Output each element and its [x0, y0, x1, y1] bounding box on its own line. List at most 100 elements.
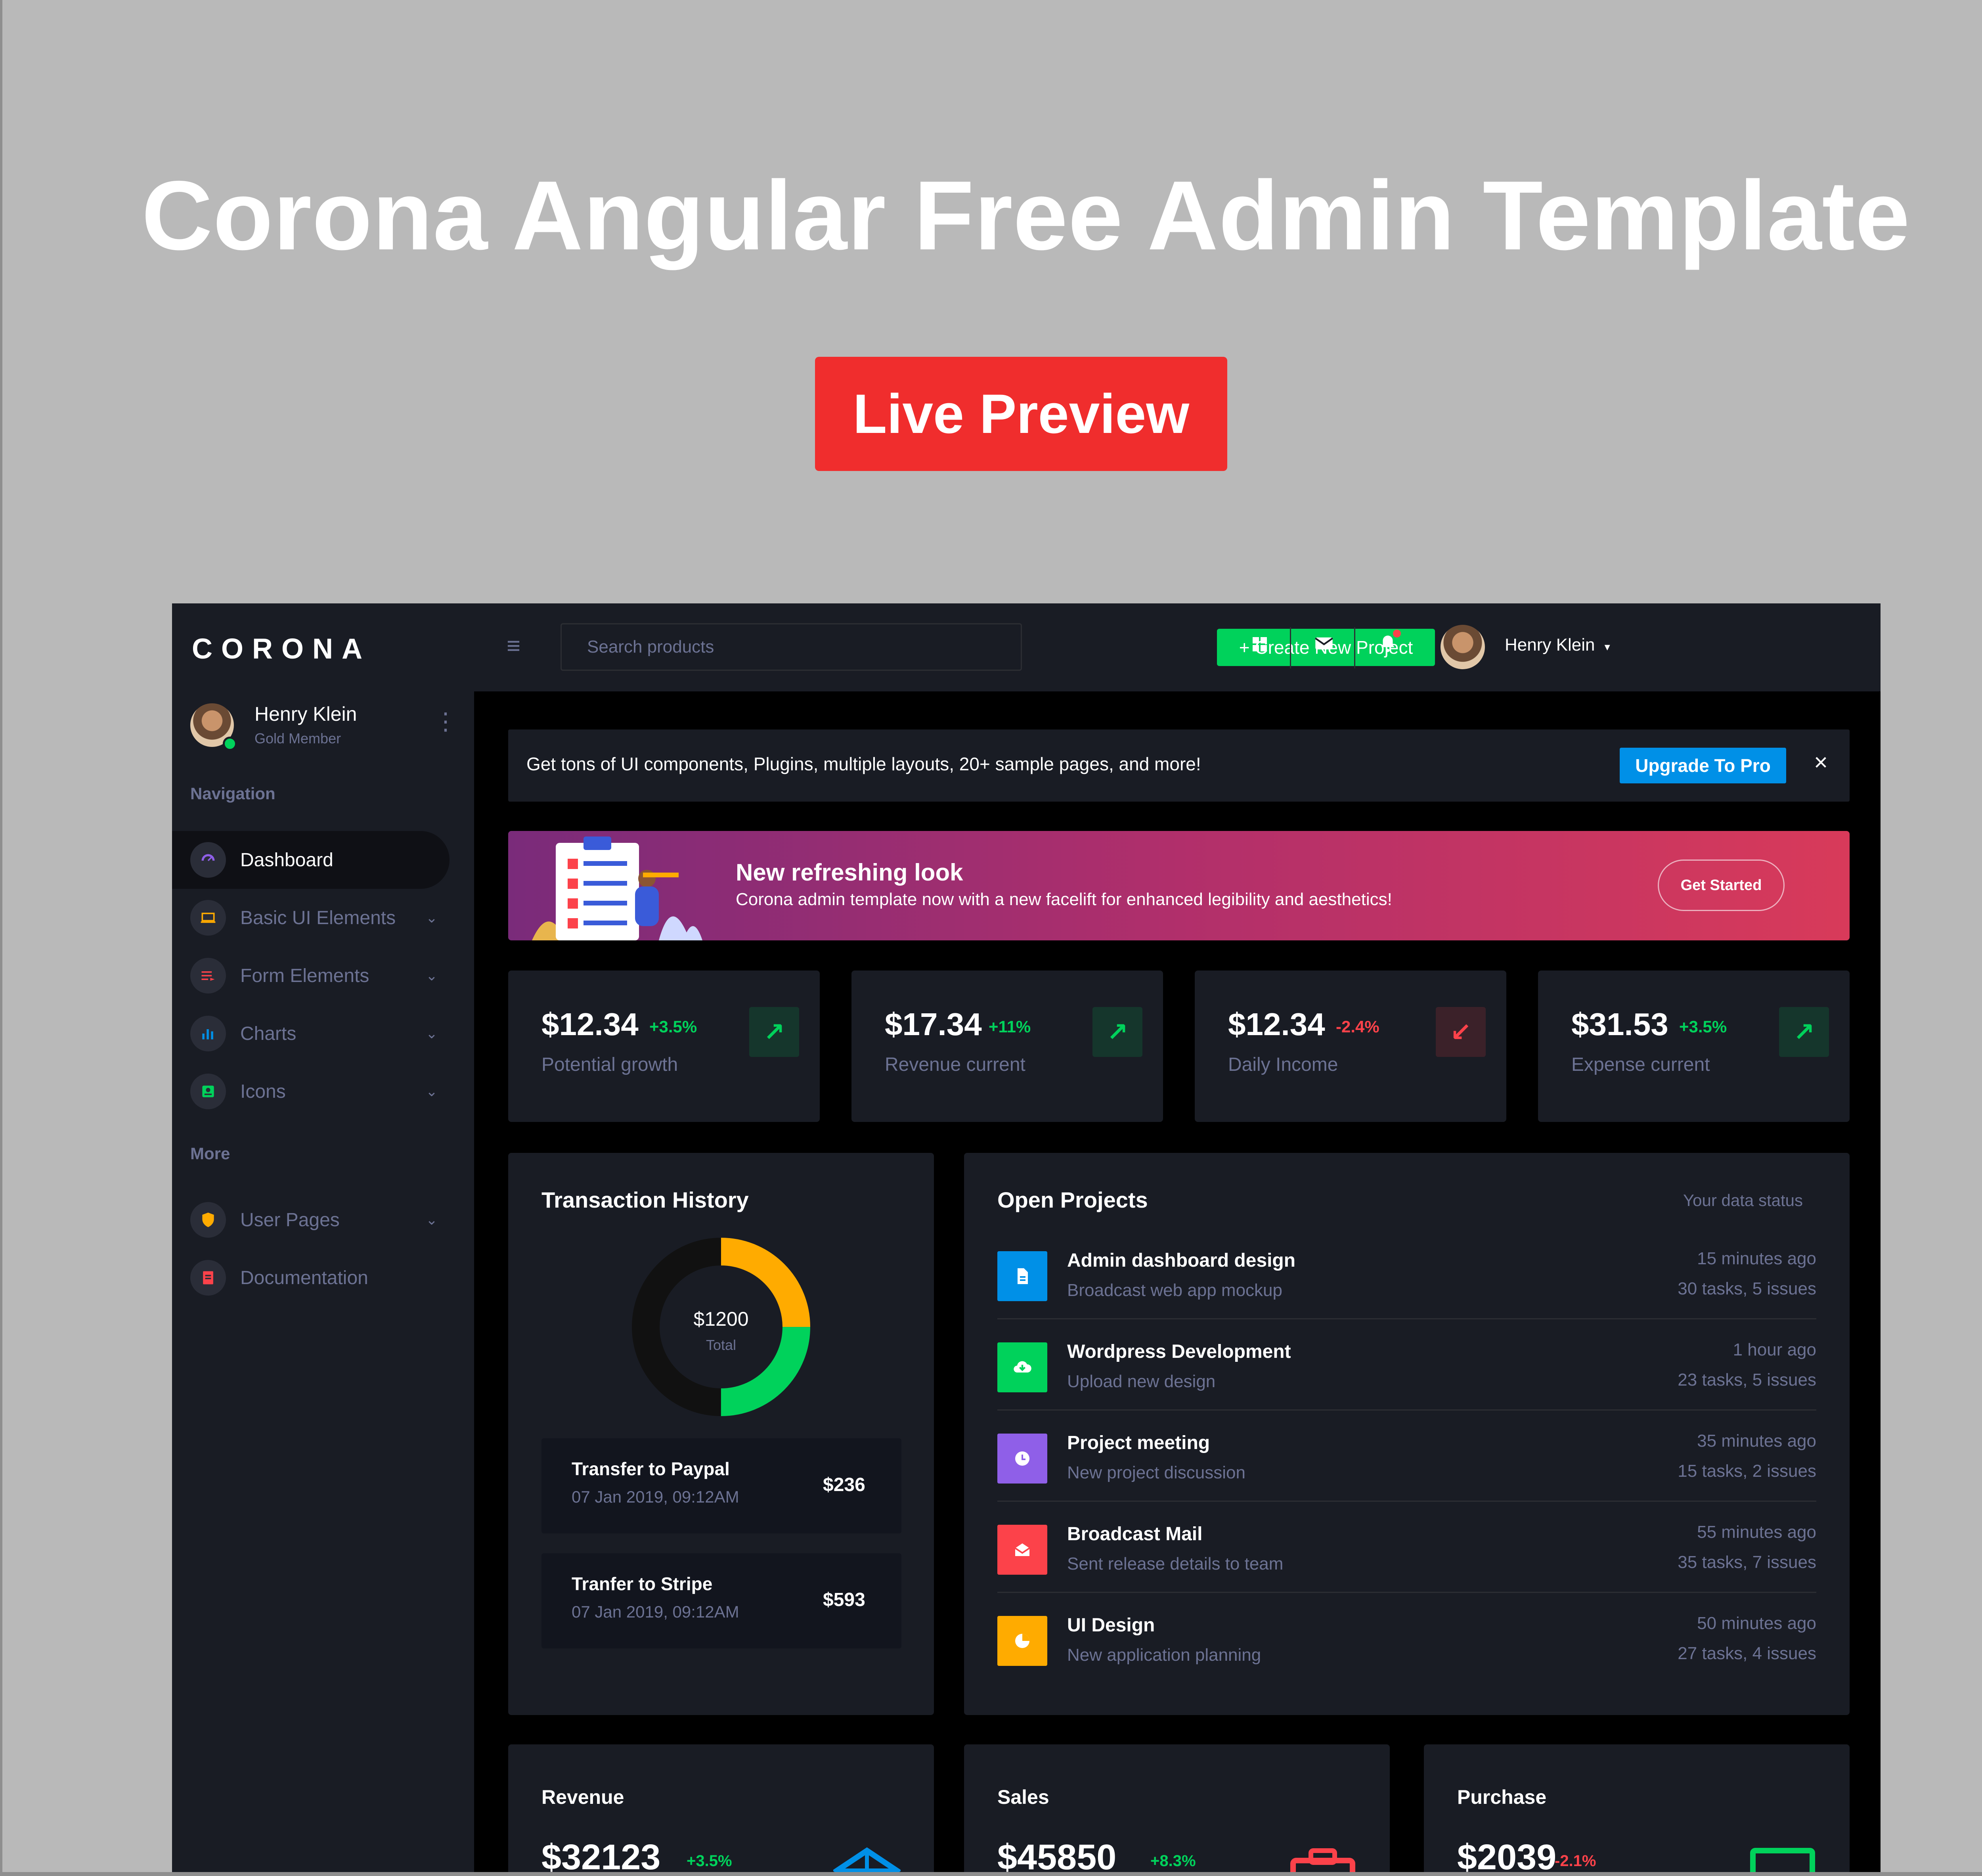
- card-title: Transaction History: [541, 1187, 749, 1212]
- stat-card: $12.34 -2.4% Daily Income ↙: [1195, 971, 1506, 1122]
- project-tasks: 30 tasks, 5 issues: [1678, 1279, 1816, 1298]
- card-change: +8.3%: [1150, 1852, 1196, 1870]
- topbar-user-menu[interactable]: Henry Klein ▾: [1505, 635, 1610, 655]
- monitor-icon: [1749, 1847, 1816, 1872]
- stat-change: -2.4%: [1336, 1017, 1379, 1036]
- revenue-card: Revenue $32123 +3.5%: [508, 1744, 934, 1872]
- project-tasks: 35 tasks, 7 issues: [1678, 1552, 1816, 1572]
- brand-logo[interactable]: CORONA: [192, 633, 371, 665]
- card-title: Sales: [997, 1786, 1049, 1808]
- project-tasks: 23 tasks, 5 issues: [1678, 1370, 1816, 1390]
- card-value: $2039: [1457, 1838, 1557, 1872]
- card-change: +3.5%: [687, 1852, 732, 1870]
- promo-bar: Get tons of UI components, Plugins, mult…: [508, 729, 1850, 802]
- project-title: Wordpress Development: [1067, 1341, 1291, 1362]
- user-avatar[interactable]: [1441, 625, 1485, 669]
- security-icon: [190, 1202, 226, 1238]
- grid-icon[interactable]: [1250, 633, 1269, 659]
- upgrade-to-pro-button[interactable]: Upgrade To Pro: [1620, 748, 1786, 783]
- project-time: 35 minutes ago: [1697, 1431, 1816, 1451]
- project-item[interactable]: Admin dashboard design Broadcast web app…: [997, 1228, 1816, 1319]
- card-title: Open Projects: [997, 1187, 1148, 1212]
- hero-title: Corona Angular Free Admin Template: [142, 160, 1910, 270]
- project-subtitle: Sent release details to team: [1067, 1554, 1284, 1574]
- project-tasks: 27 tasks, 4 issues: [1678, 1644, 1816, 1663]
- card-value: $32123: [541, 1838, 661, 1872]
- project-item[interactable]: Broadcast Mail Sent release details to t…: [997, 1502, 1816, 1593]
- project-tasks: 15 tasks, 2 issues: [1678, 1461, 1816, 1481]
- mail-notification-dot: [1332, 630, 1340, 637]
- kebab-menu-icon[interactable]: ⋮: [434, 710, 457, 733]
- banner-subtitle: Corona admin template now with a new fac…: [736, 890, 1392, 909]
- transaction-row[interactable]: Transfer to Paypal 07 Jan 2019, 09:12AM …: [541, 1438, 901, 1533]
- sidebar-item-label: Basic UI Elements: [240, 907, 396, 928]
- cloud-download-icon: [997, 1342, 1047, 1392]
- stat-change: +3.5%: [1679, 1017, 1727, 1036]
- data-status-label: Your data status: [1683, 1191, 1803, 1210]
- stat-value: $12.34: [541, 1007, 639, 1042]
- stat-label: Potential growth: [541, 1054, 678, 1075]
- chart-pie-icon: [997, 1616, 1047, 1666]
- project-item[interactable]: Project meeting New project discussion 3…: [997, 1411, 1816, 1502]
- sidebar-item-dashboard[interactable]: Dashboard: [172, 831, 450, 889]
- sidebar-user-role: Gold Member: [254, 730, 341, 747]
- close-icon[interactable]: ×: [1814, 748, 1828, 776]
- project-subtitle: Upload new design: [1067, 1372, 1216, 1391]
- email-open-icon: [997, 1525, 1047, 1575]
- project-subtitle: New application planning: [1067, 1645, 1261, 1665]
- project-item[interactable]: UI Design New application planning 50 mi…: [997, 1593, 1816, 1684]
- card-title: Purchase: [1457, 1786, 1547, 1808]
- project-title: Broadcast Mail: [1067, 1524, 1203, 1545]
- sidebar-item-basic-ui[interactable]: Basic UI Elements ⌄: [172, 889, 450, 947]
- stat-card: $31.53 +3.5% Expense current ↗: [1538, 971, 1850, 1122]
- stat-value: $17.34: [885, 1007, 982, 1042]
- sidebar-item-label: Documentation: [240, 1267, 368, 1288]
- arrow-bottom-left-icon: ↙: [1436, 1007, 1486, 1057]
- file-document-icon: [190, 1260, 226, 1296]
- sales-card: Sales $45850 +8.3%: [964, 1744, 1390, 1872]
- clock-icon: [997, 1434, 1047, 1484]
- transaction-amount: $593: [823, 1589, 865, 1610]
- sidebar-item-label: Icons: [240, 1081, 286, 1102]
- sidebar-user-name: Henry Klein: [254, 703, 357, 725]
- divider: [1354, 627, 1355, 668]
- project-time: 15 minutes ago: [1697, 1249, 1816, 1268]
- transaction-name: Tranfer to Stripe: [572, 1574, 713, 1594]
- playlist-icon: [190, 958, 226, 994]
- transaction-amount: $236: [823, 1474, 865, 1495]
- sidebar-item-documentation[interactable]: Documentation: [172, 1249, 450, 1307]
- project-title: Admin dashboard design: [1067, 1250, 1296, 1271]
- stat-label: Expense current: [1571, 1054, 1710, 1075]
- sidebar-item-user-pages[interactable]: User Pages ⌄: [172, 1191, 450, 1249]
- get-started-button[interactable]: Get Started: [1658, 860, 1785, 911]
- wallet-travel-icon: [1289, 1847, 1356, 1872]
- sidebar-item-icons[interactable]: Icons ⌄: [172, 1062, 450, 1120]
- project-time: 50 minutes ago: [1697, 1614, 1816, 1633]
- window-edge-bottom: [0, 1872, 1982, 1876]
- nav-heading: Navigation: [190, 784, 275, 803]
- stat-value: $12.34: [1228, 1007, 1325, 1042]
- transaction-date: 07 Jan 2019, 09:12AM: [572, 1487, 739, 1506]
- laptop-icon: [190, 900, 226, 936]
- promo-text: Get tons of UI components, Plugins, mult…: [526, 754, 1201, 774]
- sidebar-item-form-elements[interactable]: Form Elements ⌄: [172, 947, 450, 1005]
- live-preview-button[interactable]: Live Preview: [815, 357, 1227, 471]
- purchase-card: Purchase $2039 -2.1%: [1424, 1744, 1850, 1872]
- stat-card: $12.34 +3.5% Potential growth ↗: [508, 971, 820, 1122]
- file-document-icon: [997, 1251, 1047, 1301]
- transaction-name: Transfer to Paypal: [572, 1459, 730, 1479]
- sidebar-item-charts[interactable]: Charts ⌄: [172, 1005, 450, 1062]
- project-title: Project meeting: [1067, 1432, 1210, 1453]
- project-item[interactable]: Wordpress Development Upload new design …: [997, 1319, 1816, 1411]
- mail-icon[interactable]: [1314, 633, 1334, 659]
- card-change: -2.1%: [1555, 1852, 1596, 1870]
- divider: [1290, 627, 1291, 668]
- speedometer-icon: [190, 842, 226, 878]
- sidebar-item-label: Charts: [240, 1023, 297, 1044]
- chevron-down-icon: ⌄: [425, 1025, 438, 1041]
- hamburger-menu-icon[interactable]: ≡: [507, 632, 520, 659]
- search-input[interactable]: Search products: [561, 623, 1022, 671]
- chevron-down-icon: ⌄: [425, 1083, 438, 1099]
- transaction-row[interactable]: Tranfer to Stripe 07 Jan 2019, 09:12AM $…: [541, 1553, 901, 1648]
- contacts-icon: [190, 1074, 226, 1109]
